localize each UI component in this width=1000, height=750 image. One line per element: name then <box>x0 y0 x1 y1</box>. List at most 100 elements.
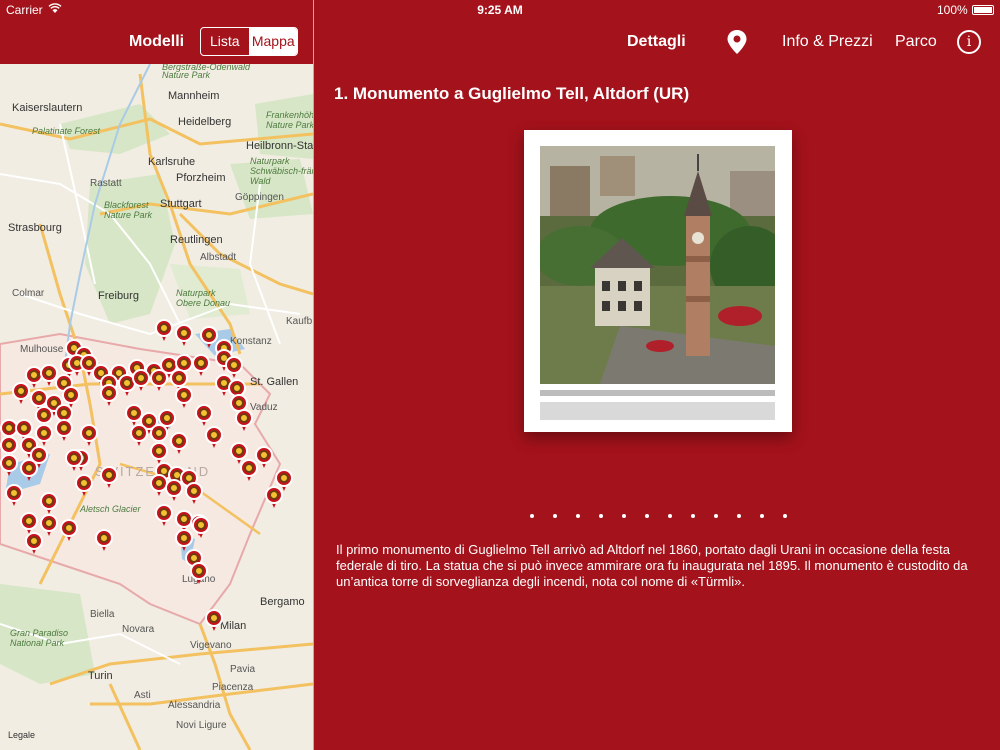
photo-card[interactable] <box>524 130 792 432</box>
map-label: Bergamo <box>260 596 305 608</box>
map-label: National Park <box>10 638 65 648</box>
model-pin[interactable] <box>100 384 118 406</box>
model-pin[interactable] <box>165 479 183 501</box>
map-label: Rastatt <box>90 178 122 189</box>
model-pin[interactable] <box>235 409 253 431</box>
page-dot[interactable] <box>713 514 718 518</box>
model-pin[interactable] <box>190 562 208 584</box>
model-pin[interactable] <box>192 354 210 376</box>
page-indicator[interactable] <box>524 514 792 524</box>
map-label: Frankenhöhe <box>266 110 313 120</box>
model-pin[interactable] <box>75 474 93 496</box>
battery-percent: 100% <box>937 3 968 17</box>
map-legal-link[interactable]: Legale <box>8 730 35 740</box>
map-label: Kaiserslautern <box>12 102 83 114</box>
map-label: Mulhouse <box>20 344 64 355</box>
info-icon[interactable]: i <box>957 30 981 54</box>
model-pin[interactable] <box>132 369 150 391</box>
map-label: St. Gallen <box>250 376 299 388</box>
model-pin[interactable] <box>20 459 38 481</box>
page-dot[interactable] <box>552 514 557 518</box>
page-dot[interactable] <box>621 514 626 518</box>
map-label: Aletsch Glacier <box>80 504 141 514</box>
map-label: Wald <box>250 176 271 186</box>
model-pin[interactable] <box>40 492 58 514</box>
model-pin[interactable] <box>175 324 193 346</box>
model-pin[interactable] <box>5 484 23 506</box>
model-pin[interactable] <box>155 319 173 341</box>
map-label: Blackforest <box>104 200 149 210</box>
model-pin[interactable] <box>150 442 168 464</box>
caption-placeholder <box>540 390 775 396</box>
map-label: Vaduz <box>250 402 278 413</box>
page-dot[interactable] <box>575 514 580 518</box>
model-pin[interactable] <box>95 529 113 551</box>
model-pin[interactable] <box>130 424 148 446</box>
tab-park[interactable]: Parco <box>895 33 937 51</box>
map-label: Stuttgart <box>160 198 202 210</box>
segment-list[interactable]: Lista <box>201 28 250 55</box>
map-label: Schwäbisch-fränk <box>250 166 313 176</box>
model-pin[interactable] <box>192 516 210 538</box>
model-pin[interactable] <box>55 419 73 441</box>
model-pin[interactable] <box>205 609 223 631</box>
model-pin[interactable] <box>20 512 38 534</box>
map-label: Konstanz <box>230 336 272 347</box>
page-dot[interactable] <box>529 514 534 518</box>
map-label: Pavia <box>230 664 256 675</box>
map-label: Asti <box>134 690 151 701</box>
page-dot[interactable] <box>759 514 764 518</box>
tab-info-prices[interactable]: Info & Prezzi <box>782 33 873 51</box>
model-pin[interactable] <box>185 482 203 504</box>
map-label: Pforzheim <box>176 172 226 184</box>
map-pin-icon[interactable] <box>727 30 747 54</box>
models-nav-bar: Modelli Lista Mappa <box>0 20 313 64</box>
page-dot[interactable] <box>644 514 649 518</box>
map-label: Mannheim <box>168 90 220 102</box>
map-label: Vigevano <box>190 640 232 651</box>
model-pin[interactable] <box>175 529 193 551</box>
map-label: Göppingen <box>235 192 284 203</box>
map-label: Heidelberg <box>178 116 232 128</box>
models-panel: Modelli Lista Mappa Bergstraße-Odenwald … <box>0 0 313 750</box>
models-map[interactable]: Bergstraße-Odenwald Nature Park Kaisersl… <box>0 64 313 750</box>
model-pin[interactable] <box>65 449 83 471</box>
map-label: Biella <box>90 609 115 620</box>
model-pin[interactable] <box>265 486 283 508</box>
model-pin[interactable] <box>60 519 78 541</box>
page-dot[interactable] <box>736 514 741 518</box>
model-pin[interactable] <box>12 382 30 404</box>
map-label: Nature Park <box>104 210 153 220</box>
segment-map[interactable]: Mappa <box>249 28 297 55</box>
model-pin[interactable] <box>175 386 193 408</box>
map-label: Strasbourg <box>8 222 62 234</box>
model-pin[interactable] <box>170 432 188 454</box>
model-pin[interactable] <box>25 532 43 554</box>
model-pin[interactable] <box>240 459 258 481</box>
model-photo <box>540 146 775 384</box>
map-label: Naturpark <box>176 288 216 298</box>
map-label: Reutlingen <box>170 234 223 246</box>
map-label: Palatinate Forest <box>32 126 101 136</box>
page-dot[interactable] <box>598 514 603 518</box>
map-label: Karlsruhe <box>148 156 196 168</box>
model-pin[interactable] <box>0 454 18 476</box>
clock: 9:25 AM <box>477 3 523 17</box>
map-label: Gran Paradiso <box>10 628 69 638</box>
page-dot[interactable] <box>690 514 695 518</box>
model-pin[interactable] <box>150 369 168 391</box>
model-pin[interactable] <box>155 504 173 526</box>
page-dot[interactable] <box>667 514 672 518</box>
model-title: 1. Monumento a Guglielmo Tell, Altdorf (… <box>334 84 690 103</box>
model-pin[interactable] <box>195 404 213 426</box>
battery-icon <box>972 5 994 15</box>
map-label: Milan <box>220 620 247 632</box>
model-pin[interactable] <box>205 426 223 448</box>
tab-details[interactable]: Dettagli <box>627 33 686 51</box>
model-pin[interactable] <box>100 466 118 488</box>
view-mode-segmented-control[interactable]: Lista Mappa <box>200 27 298 56</box>
model-pin[interactable] <box>80 424 98 446</box>
page-dot[interactable] <box>782 514 787 518</box>
map-label: Alessandria <box>168 700 221 711</box>
models-title: Modelli <box>129 33 185 50</box>
